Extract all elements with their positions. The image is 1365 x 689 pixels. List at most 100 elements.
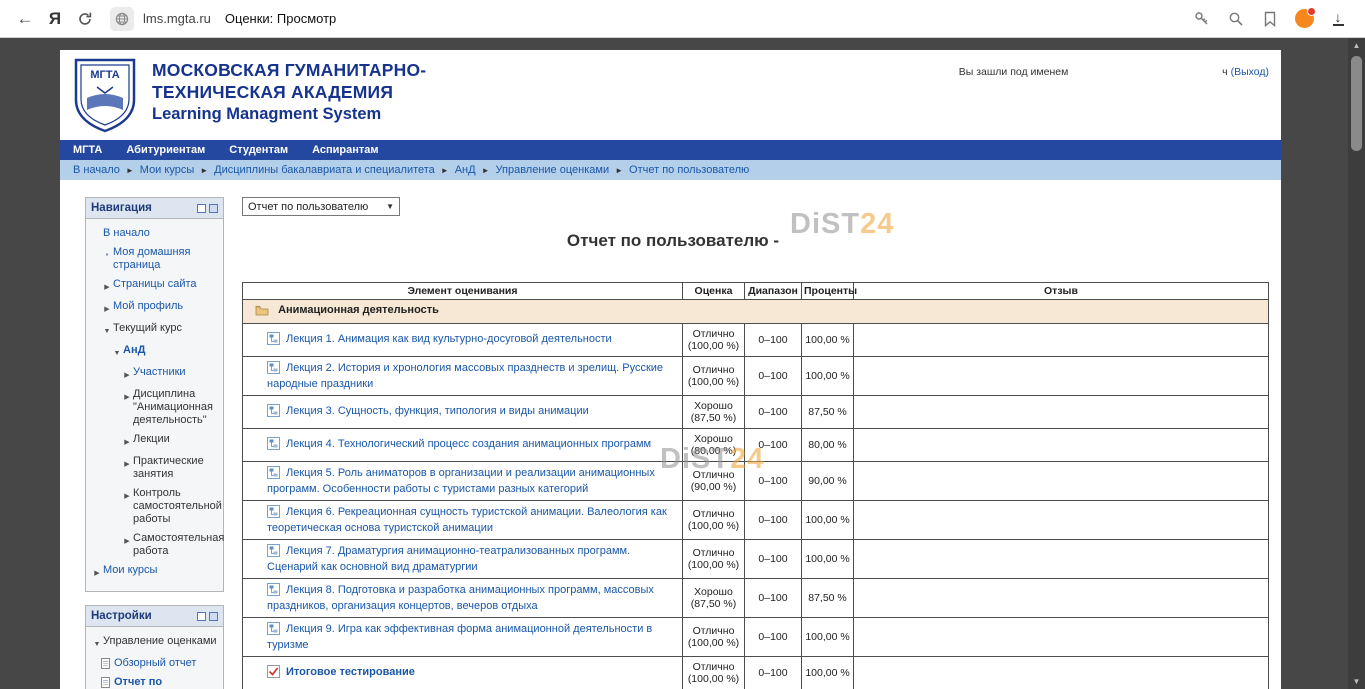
- chevron-right-icon: ▶: [91, 564, 103, 580]
- grade-cell: Отлично (90,00 %): [683, 462, 745, 501]
- table-row: Лекция 8. Подготовка и разработка анимац…: [243, 579, 1269, 618]
- grade-cell: Хорошо (80,00 %): [683, 429, 745, 462]
- nav-item-my-courses[interactable]: ▶ Мои курсы: [89, 561, 220, 583]
- settings-item-user-report[interactable]: Отчет по пользователю: [89, 673, 220, 689]
- download-icon[interactable]: ↓: [1327, 8, 1349, 30]
- grade-item-link[interactable]: Лекция 7. Драматургия анимационно-театра…: [267, 545, 630, 573]
- nav-item-discipline[interactable]: ▶ Дисциплина "Анимационная деятельность": [89, 385, 220, 430]
- globe-icon[interactable]: [110, 7, 134, 31]
- nav-item-home[interactable]: В начало: [89, 224, 220, 243]
- dock-block-icon[interactable]: [209, 612, 218, 621]
- menu-item-aspirantam[interactable]: Аспирантам: [312, 144, 378, 156]
- table-header-row: Элемент оценивания Оценка Диапазон Проце…: [243, 283, 1269, 300]
- breadcrumb-home[interactable]: В начало: [73, 164, 120, 176]
- settings-item-label[interactable]: Обзорный отчет: [114, 657, 196, 670]
- collapse-block-icon[interactable]: [197, 204, 206, 213]
- menu-item-abiturientam[interactable]: Абитуриентам: [126, 144, 205, 156]
- academy-name-line2: ТЕХНИЧЕСКАЯ АКАДЕМИЯ: [152, 81, 426, 103]
- refresh-button[interactable]: [70, 5, 100, 33]
- report-main: Отчет по пользователю ▼ Отчет по пользов…: [242, 197, 1269, 689]
- breadcrumb-user-report[interactable]: Отчет по пользователю: [629, 164, 749, 176]
- settings-item-label[interactable]: Отчет по пользователю: [114, 676, 218, 689]
- browser-toolbar: ← Я lms.mgta.ru Оценки: Просмотр ↓: [0, 0, 1365, 38]
- report-type-select[interactable]: Отчет по пользователю ▼: [242, 197, 400, 216]
- navigation-block: Навигация В начало ▪ Моя д: [85, 197, 224, 592]
- range-cell: 0–100: [745, 357, 802, 396]
- grade-item-link[interactable]: Лекция 2. История и хронология массовых …: [267, 362, 663, 390]
- dock-block-icon[interactable]: [209, 204, 218, 213]
- breadcrumb-my-courses[interactable]: Мои курсы: [140, 164, 194, 176]
- scrollbar-thumb[interactable]: [1351, 56, 1362, 151]
- menu-item-mgta[interactable]: МГТА: [73, 144, 102, 156]
- grade-item-link[interactable]: Лекция 1. Анимация как вид культурно-дос…: [286, 333, 612, 345]
- lesson-icon: [267, 404, 280, 421]
- feedback-cell: [854, 540, 1269, 579]
- range-cell: 0–100: [745, 501, 802, 540]
- grade-report-table: Элемент оценивания Оценка Диапазон Проце…: [242, 282, 1269, 689]
- nav-item-control[interactable]: ▶ Контроль самостоятельной работы: [89, 484, 220, 529]
- percent-cell: 90,00 %: [802, 462, 854, 501]
- range-cell: 0–100: [745, 396, 802, 429]
- grade-item-link[interactable]: Лекция 3. Сущность, функция, типология и…: [286, 405, 589, 417]
- report-type-value: Отчет по пользователю: [248, 201, 368, 213]
- address-bar[interactable]: lms.mgta.ru Оценки: Просмотр: [110, 4, 1191, 34]
- grade-item-link[interactable]: Лекция 9. Игра как эффективная форма ани…: [267, 623, 652, 651]
- nav-item-label: Практические занятия: [133, 455, 218, 481]
- grade-item-link[interactable]: Лекция 8. Подготовка и разработка анимац…: [267, 584, 654, 612]
- feedback-cell: [854, 462, 1269, 501]
- nav-item-lectures[interactable]: ▶ Лекции: [89, 430, 220, 452]
- grade-item-link[interactable]: Итоговое тестирование: [286, 666, 415, 678]
- percent-cell: 100,00 %: [802, 357, 854, 396]
- percent-cell: 100,00 %: [802, 501, 854, 540]
- grade-item-link[interactable]: Лекция 5. Роль аниматоров в организации …: [267, 467, 655, 495]
- grade-cell: Отлично (100,00 %): [683, 501, 745, 540]
- nav-item-practice[interactable]: ▶ Практические занятия: [89, 452, 220, 484]
- grade-item-link[interactable]: Лекция 4. Технологический процесс создан…: [286, 438, 651, 450]
- logout-link[interactable]: (Выход): [1231, 66, 1269, 78]
- nav-item-my-home[interactable]: ▪ Моя домашняя страница: [89, 243, 220, 275]
- nav-item-my-profile[interactable]: ▶ Мой профиль: [89, 297, 220, 319]
- menu-item-studentam[interactable]: Студентам: [229, 144, 288, 156]
- document-icon: [101, 658, 110, 669]
- browser-logo[interactable]: Я: [40, 5, 70, 33]
- range-cell: 0–100: [745, 324, 802, 357]
- content-area: Навигация В начало ▪ Моя д: [60, 180, 1281, 689]
- feedback-cell: [854, 396, 1269, 429]
- lesson-icon: [267, 466, 280, 483]
- extension-icon[interactable]: [1293, 8, 1315, 30]
- grade-item-link[interactable]: Лекция 6. Рекреационная сущность туристс…: [267, 506, 667, 534]
- column-header-item: Элемент оценивания: [243, 283, 683, 300]
- breadcrumb-course[interactable]: АнД: [455, 164, 476, 176]
- navigation-block-header: Навигация: [86, 198, 223, 219]
- back-button[interactable]: ←: [10, 5, 40, 33]
- percent-cell: 100,00 %: [802, 540, 854, 579]
- settings-item-grade-admin[interactable]: ▼ Управление оценками: [89, 632, 220, 654]
- user-name-redacted: [779, 234, 944, 246]
- scroll-up-icon[interactable]: ▲: [1348, 41, 1365, 50]
- settings-item-overview-report[interactable]: Обзорный отчет: [89, 654, 220, 673]
- vertical-scrollbar[interactable]: ▲ ▼: [1348, 38, 1365, 689]
- bookmark-flag-icon[interactable]: [1259, 8, 1281, 30]
- sidebar: Навигация В начало ▪ Моя д: [85, 197, 224, 689]
- nav-item-current-course[interactable]: ▼ Текущий курс: [89, 319, 220, 341]
- block-title: Навигация: [91, 202, 197, 214]
- nav-item-label[interactable]: Страницы сайта: [113, 278, 197, 291]
- nav-item-label[interactable]: Участники: [133, 366, 186, 379]
- nav-item-participants[interactable]: ▶ Участники: [89, 363, 220, 385]
- collapse-block-icon[interactable]: [197, 612, 206, 621]
- nav-item-label[interactable]: Моя домашняя страница: [113, 246, 218, 272]
- nav-item-label[interactable]: В начало: [103, 227, 150, 240]
- nav-item-label[interactable]: АнД: [123, 344, 145, 357]
- nav-item-label[interactable]: Мои курсы: [103, 564, 157, 577]
- column-header-percent: Проценты: [802, 283, 854, 300]
- scroll-down-icon[interactable]: ▼: [1348, 677, 1365, 686]
- search-icon[interactable]: [1225, 8, 1247, 30]
- nav-item-independent-work[interactable]: ▶ Самостоятельная работа: [89, 529, 220, 561]
- url-text[interactable]: lms.mgta.ru: [143, 11, 211, 26]
- nav-item-label[interactable]: Мой профиль: [113, 300, 183, 313]
- nav-item-site-pages[interactable]: ▶ Страницы сайта: [89, 275, 220, 297]
- breadcrumb-disciplines[interactable]: Дисциплины бакалавриата и специалитета: [214, 164, 435, 176]
- nav-item-course-and[interactable]: ▼ АнД: [89, 341, 220, 363]
- key-icon[interactable]: [1191, 8, 1213, 30]
- breadcrumb-grade-admin[interactable]: Управление оценками: [496, 164, 610, 176]
